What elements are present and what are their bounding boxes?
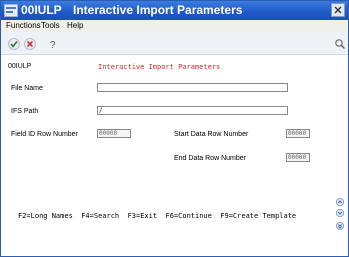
function-keys-legend: F2=Long Names F4=Search F3=Exit F6=Conti… bbox=[18, 212, 297, 220]
start-data-row-input[interactable]: 00000 bbox=[286, 129, 310, 138]
close-button[interactable] bbox=[331, 3, 345, 17]
scroll-up-icon[interactable] bbox=[335, 193, 345, 207]
start-data-row-label: Start Data Row Number bbox=[174, 131, 249, 138]
ok-checkmark-icon[interactable] bbox=[8, 37, 20, 50]
help-question-icon[interactable]: ? bbox=[47, 37, 59, 51]
ifs-path-input[interactable]: / bbox=[97, 106, 288, 115]
application-window: 00IULP Interactive Import Parameters Fun… bbox=[0, 0, 349, 257]
menu-bar: Functions Tools Help bbox=[1, 20, 348, 32]
end-data-row-input[interactable]: 00000 bbox=[286, 153, 310, 162]
field-id-row-input[interactable]: 00000 bbox=[97, 129, 131, 138]
app-icon bbox=[4, 4, 18, 17]
window-code: 00IULP bbox=[21, 3, 62, 17]
toolbar: ? bbox=[1, 32, 348, 55]
close-icon bbox=[334, 6, 342, 14]
title-bar: 00IULP Interactive Import Parameters bbox=[1, 1, 348, 20]
form-code: 00IULP bbox=[8, 63, 32, 70]
svg-text:?: ? bbox=[50, 40, 56, 50]
form-title: Interactive Import Parameters bbox=[98, 63, 221, 71]
scroll-down-icon[interactable] bbox=[335, 204, 345, 218]
end-data-row-label: End Data Row Number bbox=[174, 155, 246, 162]
file-name-label: File Name bbox=[11, 85, 43, 92]
menu-functions[interactable]: Functions bbox=[6, 21, 41, 30]
window-title: Interactive Import Parameters bbox=[73, 3, 243, 17]
menu-tools[interactable]: Tools bbox=[41, 21, 60, 30]
ifs-path-label: IFS Path bbox=[11, 108, 39, 115]
expand-icon[interactable] bbox=[335, 217, 345, 231]
menu-help[interactable]: Help bbox=[67, 21, 83, 30]
cancel-x-icon[interactable] bbox=[24, 37, 36, 50]
search-magnifier-icon[interactable] bbox=[334, 37, 346, 50]
field-id-row-label: Field ID Row Number bbox=[11, 131, 78, 138]
file-name-input[interactable] bbox=[97, 83, 288, 92]
